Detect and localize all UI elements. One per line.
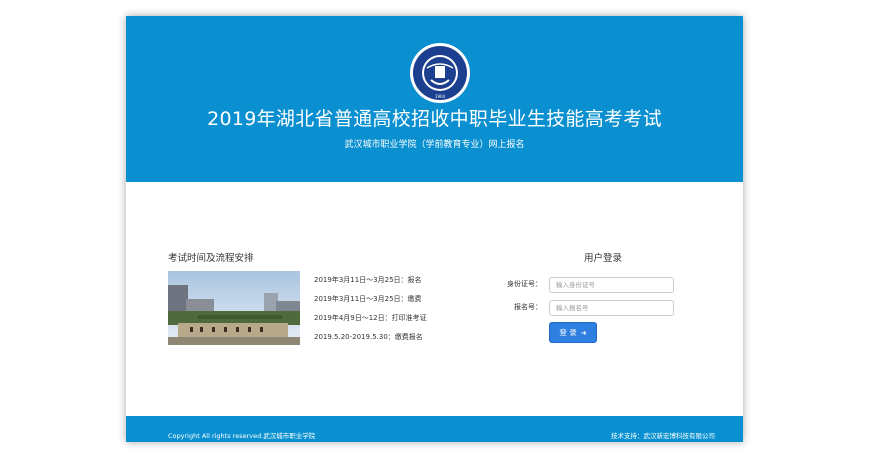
login-heading: 用户登录 (583, 253, 622, 264)
logo-year: 1904 (435, 94, 446, 99)
page-title: 2019年湖北省普通高校招收中职毕业生技能高考考试 (207, 108, 662, 130)
schedule-item: 2019年4月9日～12日：打印准考证 (314, 314, 427, 322)
schedule-item: 2019年3月11日～3月25日：报名 (314, 276, 422, 284)
schedule-heading: 考试时间及流程安排 (168, 253, 254, 264)
tech-support-text: 技术支持：武汉新宏博科技有限公司 (611, 432, 715, 440)
id-number-row: 身份证号： (486, 277, 676, 293)
registration-number-row: 报名号： (486, 300, 676, 316)
campus-photo (168, 271, 300, 345)
schedule-list: 2019年3月11日～3月25日：报名 2019年3月11日～3月25日：缴费 … (314, 271, 427, 347)
registration-number-label: 报名号： (514, 303, 542, 311)
login-button-label: 登 录 (559, 328, 577, 337)
login-button[interactable]: 登 录 ➜ (549, 322, 597, 343)
id-number-label: 身份证号： (507, 280, 542, 288)
schedule-item: 2019年3月11日～3月25日：缴费 (314, 295, 422, 303)
id-number-input[interactable] (549, 277, 674, 293)
header-banner: 1904 2019年湖北省普通高校招收中职毕业生技能高考考试 武汉城市职业学院（… (126, 16, 743, 182)
footer-bar: Copyright All rights reserved.武汉城市职业学院 技… (126, 416, 743, 442)
sign-in-icon: ➜ (580, 328, 587, 337)
schedule-item: 2019.5.20-2019.5.30：缴费报名 (314, 333, 423, 341)
page-subtitle: 武汉城市职业学院（学前教育专业）网上报名 (344, 140, 525, 150)
registration-number-input[interactable] (549, 300, 674, 316)
school-logo: 1904 (410, 43, 470, 103)
page-frame: 1904 2019年湖北省普通高校招收中职毕业生技能高考考试 武汉城市职业学院（… (126, 16, 743, 442)
copyright-text: Copyright All rights reserved.武汉城市职业学院 (168, 432, 316, 440)
